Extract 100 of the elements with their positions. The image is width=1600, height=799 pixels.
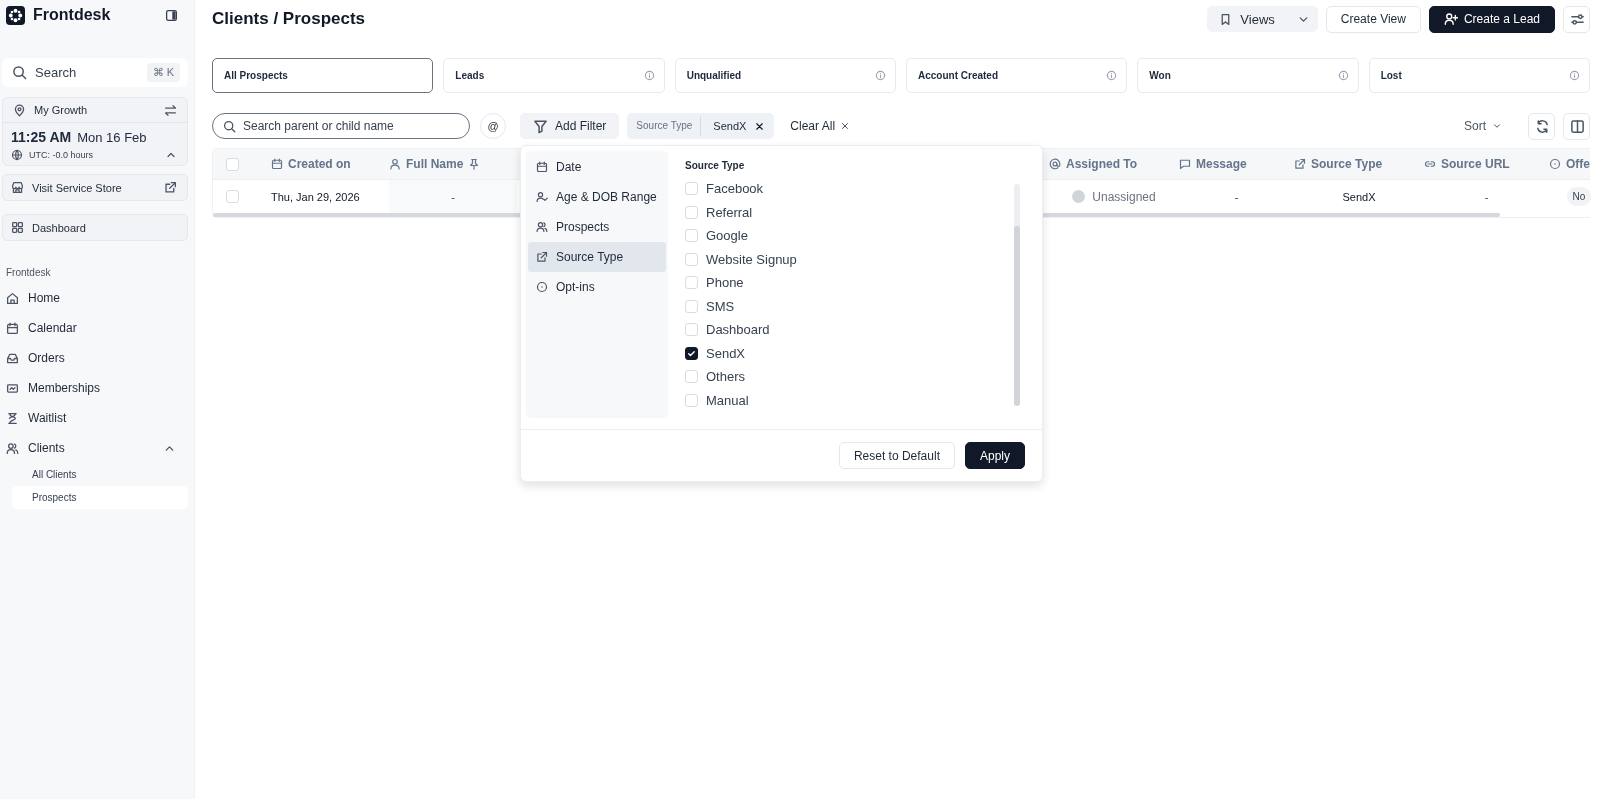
create-lead-button[interactable]: Create a Lead xyxy=(1428,5,1555,33)
nav-item[interactable]: Waitlist xyxy=(6,403,188,433)
close-icon xyxy=(840,121,851,131)
calendar-icon xyxy=(6,321,19,335)
current-time: 11:25 AM xyxy=(11,129,72,145)
at-icon xyxy=(1049,158,1061,170)
ticket-icon xyxy=(6,381,19,395)
filter-icon xyxy=(533,118,548,134)
create-view-button[interactable]: Create View xyxy=(1325,5,1421,33)
nav-item[interactable]: Memberships xyxy=(6,373,188,403)
column-header[interactable]: Message xyxy=(1179,149,1294,179)
option-label[interactable]: SendX xyxy=(706,345,746,361)
status-tab[interactable]: Account Created xyxy=(906,58,1128,93)
refresh-button[interactable] xyxy=(1528,112,1555,140)
filter-category[interactable]: Age & DOB Range xyxy=(528,182,666,212)
column-header[interactable]: Assigned To xyxy=(1049,149,1179,179)
nav-item[interactable]: Orders xyxy=(6,343,188,373)
sort-button[interactable]: Sort xyxy=(1458,118,1508,134)
filter-category[interactable]: Prospects xyxy=(528,212,666,242)
table-cell: - xyxy=(1484,190,1489,203)
chat-icon xyxy=(1179,158,1191,170)
nav-item[interactable]: Calendar xyxy=(6,313,188,343)
status-tab[interactable]: Unqualified xyxy=(674,58,896,93)
pin-icon xyxy=(468,158,481,170)
page-title: Clients / Prospects xyxy=(212,9,366,29)
app-logo-icon xyxy=(6,5,25,25)
mention-button[interactable]: @ xyxy=(480,113,506,139)
apply-button[interactable]: Apply xyxy=(964,442,1025,469)
chevron-icon xyxy=(1492,121,1502,131)
status-tab[interactable]: Leads xyxy=(443,58,665,93)
user-icon xyxy=(389,158,401,170)
option-label[interactable]: Phone xyxy=(706,275,744,291)
filter-category[interactable]: Opt-ins xyxy=(528,272,666,302)
sliders-icon xyxy=(1570,11,1585,27)
home-icon xyxy=(6,291,19,305)
option-label[interactable]: Dashboard xyxy=(706,322,770,338)
brand-name: Frontdesk xyxy=(33,6,111,24)
option-label[interactable]: Facebook xyxy=(706,181,764,197)
settings-button[interactable] xyxy=(1563,5,1590,33)
switch-icon[interactable] xyxy=(164,103,177,117)
status-tab[interactable]: Won xyxy=(1137,58,1359,93)
calendar-icon xyxy=(271,158,283,170)
search-field[interactable]: Search ⌘ K xyxy=(2,58,188,87)
header-checkbox[interactable] xyxy=(226,157,239,171)
nav-subitem[interactable]: All Clients xyxy=(12,463,188,486)
user-check-icon xyxy=(536,191,548,203)
option-label[interactable]: Manual xyxy=(706,392,749,408)
reset-button[interactable]: Reset to Default xyxy=(838,442,955,469)
nav-item[interactable]: Clients xyxy=(6,433,188,463)
row-checkbox[interactable] xyxy=(226,190,239,203)
nav-item[interactable]: Home xyxy=(6,283,188,313)
sidebar-link[interactable]: Visit Service Store xyxy=(2,174,188,201)
filter-value: SendX xyxy=(712,120,747,132)
external-link-icon xyxy=(536,251,548,263)
option-label[interactable]: SMS xyxy=(706,298,735,314)
grid-icon xyxy=(11,221,24,234)
filter-category[interactable]: Source Type xyxy=(528,242,666,272)
inbox-icon xyxy=(6,351,19,365)
table-cell: No xyxy=(1566,187,1592,206)
add-user-icon xyxy=(1443,12,1458,26)
close-icon[interactable] xyxy=(754,120,766,132)
store-icon xyxy=(11,181,24,194)
status-tab[interactable]: Lost xyxy=(1368,58,1590,93)
column-header[interactable]: Full Name xyxy=(389,149,517,179)
status-tab[interactable]: All Prospects xyxy=(212,58,434,93)
options-heading: Source Type xyxy=(685,160,746,171)
section-label: Frontdesk xyxy=(6,267,52,280)
nav-subitem[interactable]: Prospects xyxy=(12,486,188,509)
columns-button[interactable] xyxy=(1563,112,1590,140)
table-cell: Unassigned xyxy=(1092,189,1156,204)
column-header[interactable]: Offe xyxy=(1549,149,1600,179)
sidebar-link[interactable]: Dashboard xyxy=(2,214,188,241)
clear-all-button[interactable]: Clear All xyxy=(784,118,857,134)
option-label[interactable]: Others xyxy=(706,369,745,385)
circle-icon xyxy=(536,281,548,293)
table-cell: - xyxy=(1234,190,1239,203)
globe-icon xyxy=(11,149,23,161)
filter-field: Source Type xyxy=(636,116,702,136)
sidebar-toggle-icon[interactable] xyxy=(165,8,178,22)
search-field[interactable]: Search parent or child name xyxy=(212,113,470,139)
avatar-placeholder xyxy=(1072,190,1086,203)
users-icon xyxy=(6,441,19,455)
column-header[interactable]: Source Type xyxy=(1294,149,1424,179)
scrollbar[interactable] xyxy=(1014,184,1020,406)
table-cell: SendX xyxy=(1342,190,1376,203)
location-icon xyxy=(13,103,26,117)
column-header[interactable]: Created on xyxy=(271,149,389,179)
checkbox[interactable] xyxy=(685,346,698,360)
table-cell: Thu, Jan 29, 2026 xyxy=(271,190,360,203)
current-date: Mon 16 Feb xyxy=(77,130,147,145)
filter-category[interactable]: Date xyxy=(528,152,666,182)
option-label[interactable]: Google xyxy=(706,228,748,244)
column-header[interactable]: Source URL xyxy=(1424,149,1549,179)
add-filter-button[interactable]: Add Filter xyxy=(520,113,620,139)
users-icon xyxy=(536,221,548,233)
views-button[interactable]: Views xyxy=(1207,6,1318,32)
option-label[interactable]: Referral xyxy=(706,204,753,220)
search-icon xyxy=(12,65,27,80)
hourglass-icon xyxy=(6,411,19,425)
option-label[interactable]: Website Signup xyxy=(706,251,797,267)
